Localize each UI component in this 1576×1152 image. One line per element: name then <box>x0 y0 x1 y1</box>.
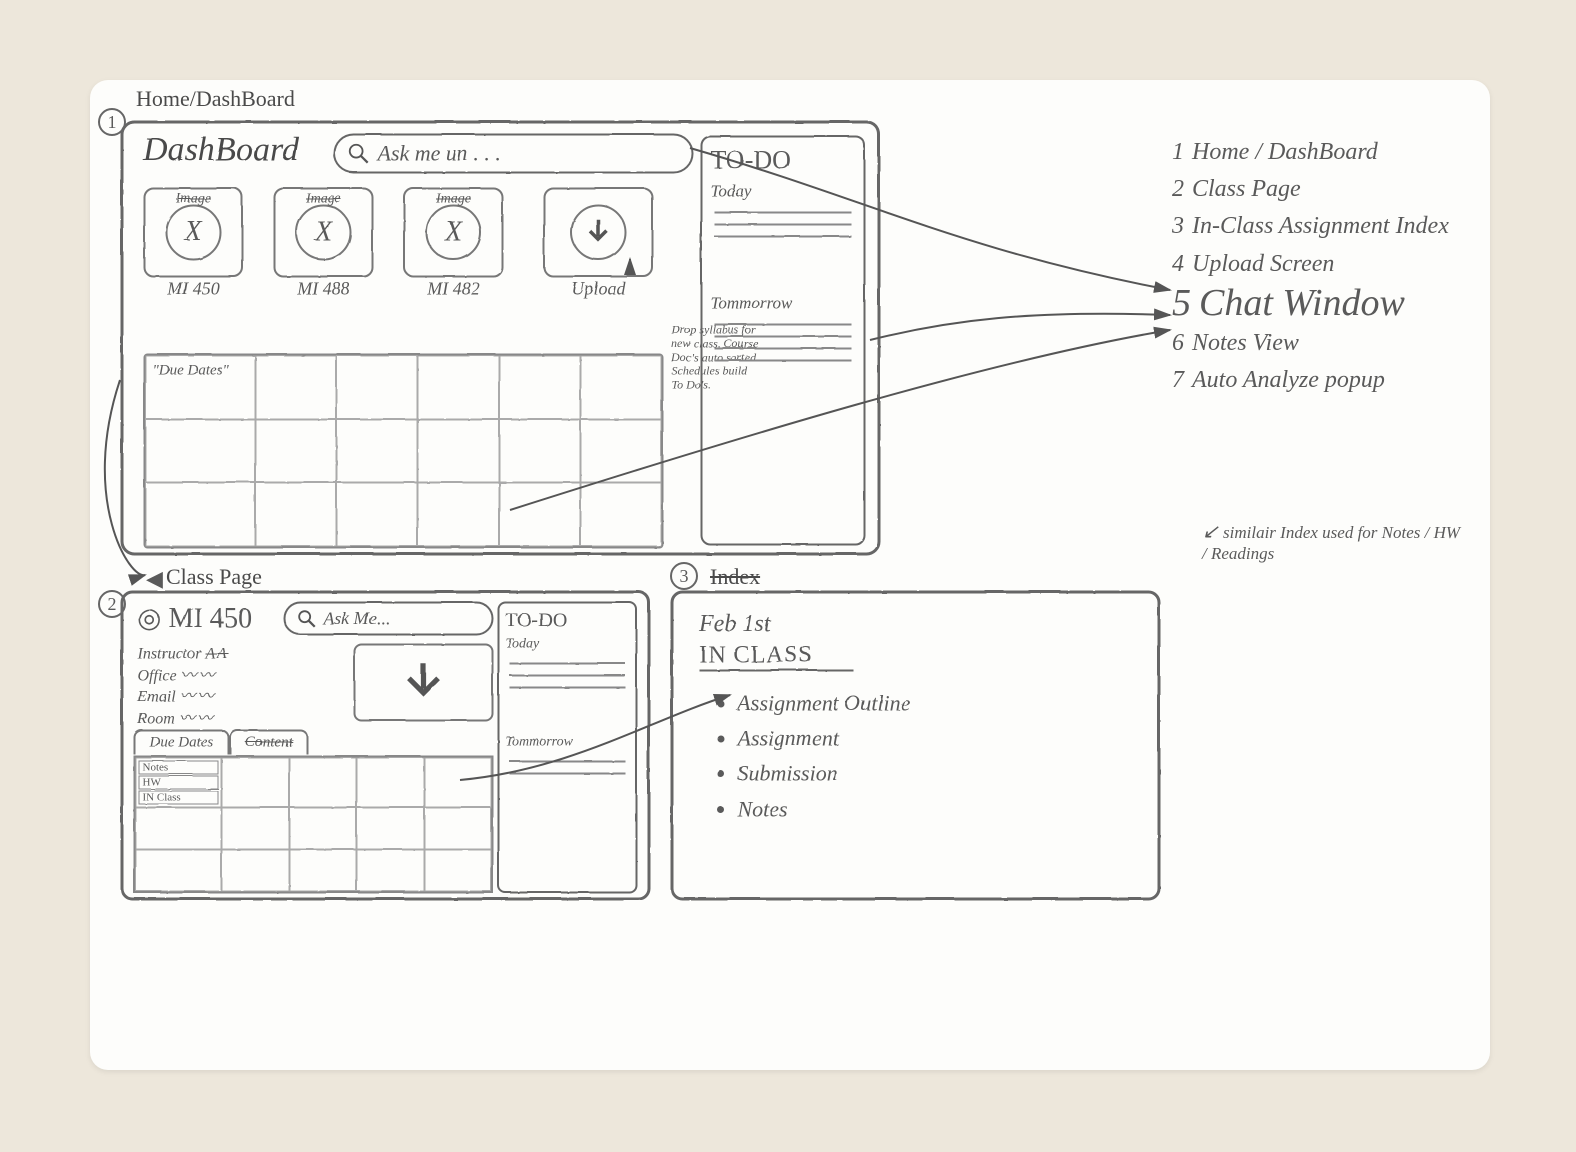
index-item[interactable]: Submission <box>737 755 1131 790</box>
class-search[interactable]: Ask Me... <box>283 601 493 635</box>
index-item[interactable]: Assignment Outline <box>737 685 1131 720</box>
class-calendar-grid[interactable]: Notes HW IN Class <box>133 755 493 893</box>
legend-item: Auto Analyze popup <box>1192 362 1385 399</box>
index-list: Assignment Outline Assignment Submission… <box>737 685 1131 826</box>
course-info: Instructor AA Office 〰〰 Email 〰〰 Room 〰〰 <box>137 643 229 729</box>
calendar-due-cell: "Due Dates" <box>145 355 255 419</box>
download-arrow-icon <box>570 204 626 260</box>
upload-label: Upload <box>571 278 625 299</box>
calendar-grid[interactable]: "Due Dates" <box>143 353 663 548</box>
course-caption: MI 482 <box>427 278 480 299</box>
legend-list: 1Home / DashBoard 2Class Page 3In-Class … <box>1172 134 1472 399</box>
tab-content[interactable]: Content <box>229 729 309 754</box>
panel3-number-icon: 3 <box>670 562 698 590</box>
search-icon <box>295 607 317 629</box>
dashboard-title: DashBoard <box>143 131 299 169</box>
download-arrow-icon <box>395 657 451 707</box>
stack-inclass[interactable]: IN Class <box>138 790 218 804</box>
image-x-icon: X <box>425 204 481 260</box>
todo-today-label: Today <box>710 181 855 201</box>
legend-item: Chat Window <box>1199 283 1405 325</box>
stack-notes[interactable]: Notes <box>138 760 218 774</box>
index-item[interactable]: Notes <box>737 791 1131 826</box>
stack-hw[interactable]: HW <box>138 775 218 789</box>
search-placeholder: Ask Me... <box>323 608 390 629</box>
upload-card[interactable]: Upload <box>543 187 653 277</box>
class-page-panel: ◎ MI 450 Ask Me... Instructor AA Office … <box>120 590 650 900</box>
legend-item: Upload Screen <box>1192 246 1334 283</box>
panel2-label: Class Page <box>166 564 262 590</box>
todo-tomorrow-label: Tommorrow <box>710 293 855 313</box>
course-caption: MI 450 <box>167 278 220 299</box>
todo-tomorrow-items <box>710 323 855 361</box>
course-caption: MI 488 <box>297 278 350 299</box>
legend-item: Class Page <box>1192 171 1301 208</box>
legend-note: ↙ similair Index used for Notes / HW / R… <box>1202 520 1462 564</box>
legend-item: In-Class Assignment Index <box>1192 208 1449 245</box>
image-x-icon: X <box>165 204 221 260</box>
triangle-icon: ◀ <box>146 566 163 592</box>
todo-today-items <box>710 211 855 237</box>
course-card-1[interactable]: Image X MI 450 <box>143 187 243 277</box>
dashboard-panel: DashBoard Ask me un . . . Image X MI 450… <box>120 120 880 555</box>
panel1-label: Home/DashBoard <box>136 86 295 112</box>
todo-today-label: Today <box>505 636 629 652</box>
image-placeholder-label: Image <box>436 191 471 207</box>
index-heading: IN CLASS <box>699 642 853 671</box>
class-upload[interactable] <box>353 643 493 721</box>
index-item[interactable]: Assignment <box>737 720 1131 755</box>
class-todo-pane: TO-DO Today Tommorrow <box>497 601 637 893</box>
legend-item: Home / DashBoard <box>1192 134 1378 171</box>
legend-item: Notes View <box>1192 325 1299 362</box>
image-placeholder-label: Image <box>306 191 341 207</box>
dashboard-search[interactable]: Ask me un . . . <box>333 133 693 173</box>
panel3-label: Index <box>710 564 760 590</box>
todo-heading: TO-DO <box>505 609 629 632</box>
search-placeholder: Ask me un . . . <box>377 140 500 166</box>
todo-tomorrow-items <box>505 760 629 774</box>
course-card-3[interactable]: Image X MI 482 <box>403 187 503 277</box>
image-x-icon: X <box>295 204 351 260</box>
course-card-2[interactable]: Image X MI 488 <box>273 187 373 277</box>
todo-tomorrow-label: Tommorrow <box>505 734 629 750</box>
todo-today-items <box>505 662 629 688</box>
todo-pane: TO-DO Today Tommorrow <box>700 135 865 545</box>
search-icon <box>347 142 369 164</box>
calendar-stack-cell: Notes HW IN Class <box>135 757 221 807</box>
index-date: Feb 1st <box>699 611 1131 638</box>
image-placeholder-label: Image <box>176 191 211 207</box>
todo-heading: TO-DO <box>710 145 855 175</box>
index-panel: Feb 1st IN CLASS Assignment Outline Assi… <box>670 590 1160 900</box>
class-tabs: Due Dates Content <box>133 729 308 754</box>
tab-due-dates[interactable]: Due Dates <box>133 729 229 754</box>
course-heading: ◎ MI 450 <box>137 601 252 635</box>
